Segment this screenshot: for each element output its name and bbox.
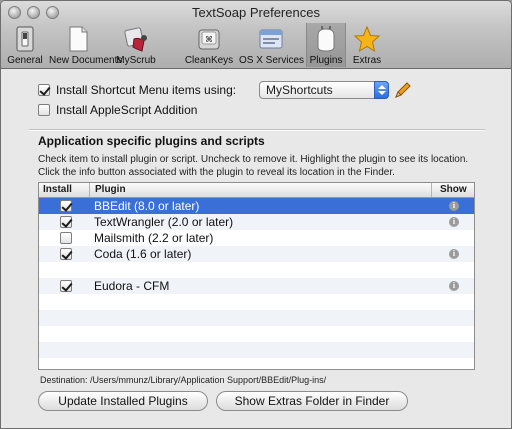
- services-icon: [259, 29, 283, 49]
- toolbar-item-osx-services[interactable]: OS X Services: [239, 23, 305, 67]
- column-header-install[interactable]: Install: [43, 183, 72, 197]
- toolbar-label: MyScrub: [116, 55, 156, 66]
- document-icon: [69, 26, 88, 52]
- shortcut-set-value: MyShortcuts: [266, 83, 333, 97]
- plugin-name: Mailsmith (2.2 or later): [94, 231, 214, 245]
- update-installed-plugins-button[interactable]: Update Installed Plugins: [38, 391, 208, 411]
- table-header: Install Plugin Show: [39, 183, 474, 198]
- shortcut-menu-option: Install Shortcut Menu items using:: [38, 83, 236, 97]
- destination-label: Destination:: [40, 375, 88, 385]
- svg-text:⌘: ⌘: [205, 35, 213, 44]
- section-title: Application specific plugins and scripts: [38, 134, 265, 148]
- keycap-icon: ⌘: [198, 29, 220, 50]
- info-icon[interactable]: i: [449, 281, 459, 291]
- column-separator: [89, 183, 90, 197]
- install-checkbox[interactable]: [60, 248, 72, 260]
- toolbar-item-myscrub[interactable]: MyScrub: [111, 23, 161, 67]
- toolbar-item-cleankeys[interactable]: ⌘ CleanKeys: [183, 23, 235, 67]
- destination-path: /Users/mmunz/Library/Application Support…: [90, 375, 327, 385]
- toolbar-item-plugins[interactable]: Plugins: [306, 23, 346, 67]
- table-row[interactable]: Mailsmith (2.2 or later): [39, 230, 474, 246]
- plugin-name: TextWrangler (2.0 or later): [94, 215, 234, 229]
- table-row: [39, 358, 474, 369]
- toolbar-item-new-documents[interactable]: New Documents: [49, 23, 123, 67]
- install-checkbox[interactable]: [60, 280, 72, 292]
- table-row: [39, 310, 474, 326]
- toolbar-label: Plugins: [309, 55, 343, 66]
- plugin-name: BBEdit (8.0 or later): [94, 199, 200, 213]
- star-icon: [353, 25, 381, 53]
- table-row[interactable]: BBEdit (8.0 or later) i: [39, 198, 474, 214]
- toolbar-label: OS X Services: [239, 55, 305, 66]
- plugin-name: Coda (1.6 or later): [94, 247, 192, 261]
- info-icon[interactable]: i: [449, 201, 459, 211]
- toolbar-item-extras[interactable]: Extras: [349, 23, 385, 67]
- switch-icon: [16, 26, 34, 52]
- plugins-description: Check item to install plugin or script. …: [38, 154, 469, 178]
- toolbar-label: CleanKeys: [184, 55, 234, 66]
- table-row[interactable]: TextWrangler (2.0 or later) i: [39, 214, 474, 230]
- table-row: [39, 262, 474, 278]
- install-checkbox[interactable]: [60, 200, 72, 212]
- table-row: [39, 294, 474, 310]
- info-icon[interactable]: i: [449, 217, 459, 227]
- install-checkbox[interactable]: [60, 232, 72, 244]
- table-row: [39, 326, 474, 342]
- toolbar-item-general[interactable]: General: [5, 23, 45, 67]
- toolbar-label: General: [7, 55, 43, 66]
- toolbar: TextSoap Preferences General New Documen…: [1, 1, 511, 69]
- applescript-label: Install AppleScript Addition: [56, 103, 198, 117]
- info-icon[interactable]: i: [449, 249, 459, 259]
- column-header-plugin[interactable]: Plugin: [95, 183, 126, 197]
- pencil-icon[interactable]: [393, 81, 413, 99]
- table-row: [39, 342, 474, 358]
- plugins-table: Install Plugin Show BBEdit (8.0 or later…: [38, 182, 475, 370]
- install-checkbox[interactable]: [60, 216, 72, 228]
- section-divider: [29, 129, 485, 131]
- plugin-icon: [317, 26, 335, 52]
- shortcut-menu-checkbox[interactable]: [38, 84, 50, 96]
- show-extras-folder-button[interactable]: Show Extras Folder in Finder: [216, 391, 408, 411]
- shortcut-menu-label: Install Shortcut Menu items using:: [56, 83, 237, 97]
- column-header-show[interactable]: Show: [440, 183, 467, 197]
- toolbar-label: New Documents: [49, 55, 123, 66]
- applescript-checkbox[interactable]: [38, 104, 50, 116]
- shortcut-set-popup[interactable]: MyShortcuts: [259, 81, 389, 99]
- popup-arrows-icon: [374, 81, 389, 99]
- scrub-icon: [124, 27, 147, 52]
- table-row[interactable]: Coda (1.6 or later) i: [39, 246, 474, 262]
- table-row[interactable]: Eudora - CFM i: [39, 278, 474, 294]
- window-title: TextSoap Preferences: [192, 5, 320, 20]
- toolbar-label: Extras: [352, 55, 382, 66]
- column-separator: [431, 183, 432, 197]
- plugins-pane: Install Shortcut Menu items using: MySho…: [1, 69, 511, 428]
- preferences-window: TextSoap Preferences General New Documen…: [0, 0, 512, 429]
- plugin-name: Eudora - CFM: [94, 279, 170, 293]
- applescript-option: Install AppleScript Addition: [38, 103, 197, 117]
